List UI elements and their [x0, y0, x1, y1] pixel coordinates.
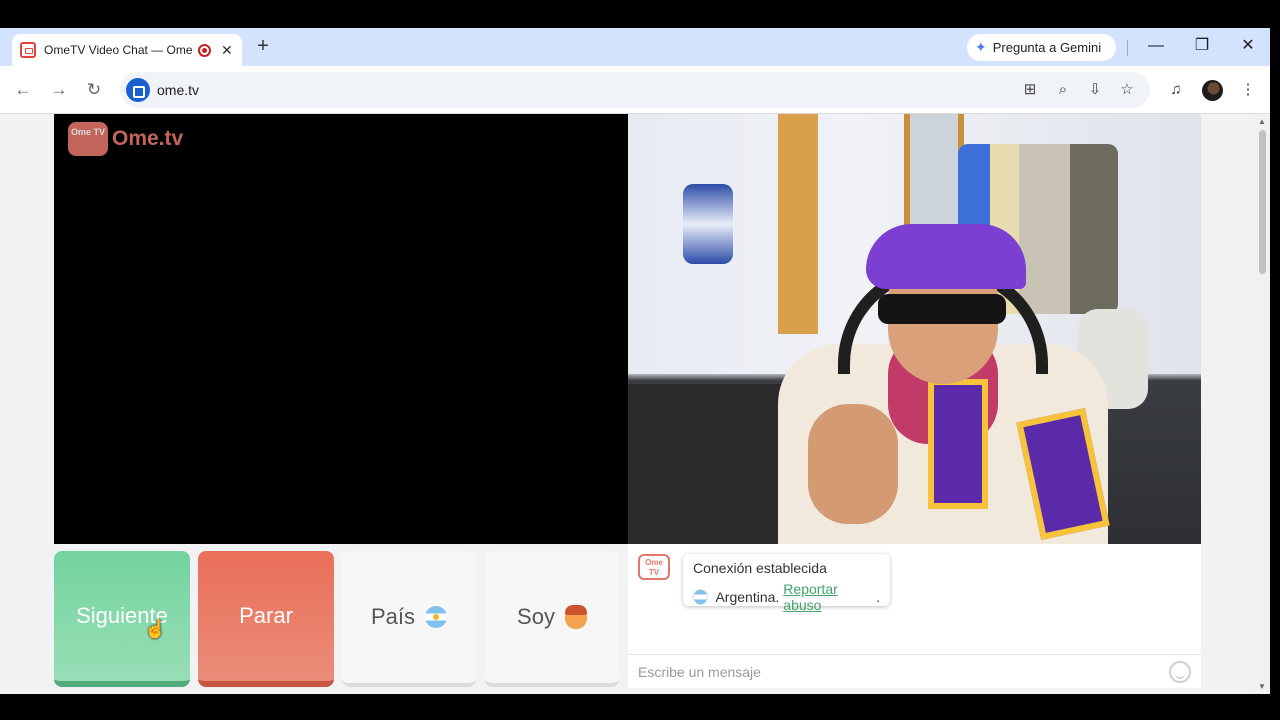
video-person	[778, 214, 1110, 544]
video-cap	[866, 224, 1026, 289]
gemini-label: Pregunta a Gemini	[992, 40, 1102, 55]
country-label: País	[370, 604, 416, 629]
bookmark-star-icon[interactable]: ☆	[1117, 80, 1137, 100]
zoom-icon[interactable]: ⌕	[1053, 80, 1073, 100]
top-black-bar	[0, 0, 1280, 28]
next-button[interactable]: Siguiente ☝	[54, 551, 190, 687]
site-camera-icon[interactable]	[126, 78, 150, 102]
new-tab-button[interactable]: +	[253, 36, 273, 56]
video-hat-stand	[683, 184, 733, 264]
stranger-video	[628, 114, 1201, 544]
message-input[interactable]	[638, 663, 1158, 681]
boy-face-icon	[564, 605, 587, 629]
recording-indicator-icon	[198, 43, 211, 57]
stop-label: Parar	[239, 603, 293, 628]
country-line: Argentina. Reportar abuso .	[693, 581, 880, 613]
country-name: Argentina.	[715, 589, 780, 605]
url-text[interactable]: ome.tv	[157, 82, 199, 98]
browser-toolbar: ← → ↻ ome.tv ⊞ ⌕ ⇩ ☆ ♫ ⋮	[0, 66, 1270, 114]
tab-ometv[interactable]: OmeTV Video Chat — Ome ✕	[12, 34, 242, 66]
video-hand	[808, 404, 898, 524]
minimize-button[interactable]: —	[1146, 36, 1166, 56]
video-jacket-letter	[928, 379, 988, 509]
connection-status: Conexión establecida	[693, 560, 827, 576]
stop-button[interactable]: Parar	[198, 551, 334, 687]
restore-button[interactable]: ❐	[1192, 36, 1212, 56]
reload-icon[interactable]: ↻	[84, 80, 104, 100]
scroll-thumb[interactable]	[1259, 130, 1266, 274]
message-input-bar	[628, 654, 1201, 688]
gemini-sparkle-icon: ✦	[975, 39, 987, 55]
gender-button[interactable]: Soy	[485, 551, 619, 687]
video-desk	[628, 384, 798, 544]
browser-window: OmeTV Video Chat — Ome ✕ + ✦ Pregunta a …	[0, 28, 1270, 694]
chat-panel: Ome TV Conexión establecida Argentina. R…	[628, 544, 1201, 688]
tab-strip: OmeTV Video Chat — Ome ✕ + ✦ Pregunta a …	[0, 28, 1270, 66]
bottom-black-bar	[0, 694, 1280, 720]
report-suffix: .	[876, 589, 880, 605]
menu-kebab-icon[interactable]: ⋮	[1238, 80, 1258, 100]
video-sunglasses	[878, 294, 1006, 324]
hand-cursor-icon: ☝	[144, 619, 167, 639]
country-button[interactable]: País	[342, 551, 476, 687]
address-bar[interactable]: ome.tv ⊞ ⌕ ⇩ ☆	[120, 72, 1150, 108]
emoji-icon[interactable]	[1169, 661, 1191, 683]
report-abuse-link[interactable]: Reportar abuso	[783, 581, 876, 613]
argentina-flag-icon	[425, 606, 448, 628]
ometv-logo: Ome TV Ome.tv	[68, 122, 183, 156]
translate-icon[interactable]: ⊞	[1020, 80, 1040, 100]
scroll-down-icon[interactable]: ▼	[1258, 682, 1266, 691]
own-video: Ome TV Ome.tv	[54, 114, 628, 544]
profile-avatar[interactable]	[1202, 80, 1223, 101]
ometv-favicon-icon	[20, 42, 36, 58]
tab-title: OmeTV Video Chat — Ome	[44, 43, 193, 57]
tab-close-icon[interactable]: ✕	[221, 42, 233, 59]
install-app-icon[interactable]: ⇩	[1085, 80, 1105, 100]
page-scrollbar[interactable]: ▲ ▼	[1255, 114, 1270, 694]
system-message: Conexión establecida Argentina. Reportar…	[683, 554, 890, 613]
forward-arrow-icon[interactable]: →	[49, 80, 69, 100]
logo-tv-icon: Ome TV	[68, 122, 108, 156]
argentina-flag-icon	[693, 589, 709, 605]
gender-label: Soy	[517, 604, 555, 629]
gemini-button[interactable]: ✦ Pregunta a Gemini	[967, 34, 1116, 61]
scroll-up-icon[interactable]: ▲	[1258, 117, 1266, 126]
logo-text: Ome.tv	[112, 127, 184, 150]
back-arrow-icon[interactable]: ←	[13, 80, 33, 100]
page-content: Ome TV Ome.tv Siguiente ☝ Parar País Soy…	[0, 114, 1270, 694]
divider	[1127, 40, 1128, 56]
chat-ometv-icon: Ome TV	[638, 554, 670, 580]
media-controls-icon[interactable]: ♫	[1166, 80, 1186, 100]
close-window-button[interactable]: ✕	[1238, 36, 1258, 56]
